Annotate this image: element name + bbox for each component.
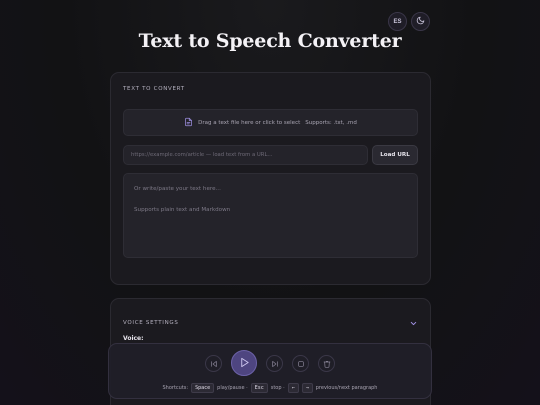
trash-icon — [323, 356, 331, 371]
skip-back-icon — [210, 356, 218, 371]
dropzone-supports: Supports: .txt, .md — [305, 119, 357, 126]
player-bar: Shortcuts: Space play/pause · Esc stop ·… — [108, 343, 432, 399]
language-toggle-button[interactable]: ES — [388, 12, 407, 31]
player-controls — [109, 350, 431, 376]
next-button[interactable] — [266, 354, 283, 372]
moon-icon — [416, 16, 425, 27]
file-dropzone[interactable]: Drag a text file here or click to select… — [123, 109, 418, 136]
previous-button[interactable] — [205, 354, 222, 372]
page-title: Text to Speech Converter — [138, 30, 402, 52]
file-text-icon — [184, 117, 193, 129]
dropzone-text: Drag a text file here or click to select — [198, 119, 301, 126]
stop-button[interactable] — [292, 354, 309, 372]
url-input[interactable] — [123, 145, 368, 165]
load-url-button[interactable]: Load URL — [372, 145, 418, 165]
text-input-area[interactable]: Or write/paste your text here... Support… — [123, 173, 418, 258]
shortcut-arrows-action: previous/next paragraph — [315, 385, 378, 391]
url-row: Load URL — [123, 145, 418, 165]
skip-forward-icon — [271, 356, 279, 371]
shortcut-esc-action: stop · — [270, 385, 285, 391]
voice-label: Voice: — [123, 335, 144, 342]
kbd-space: Space — [191, 383, 215, 393]
top-actions: ES — [388, 12, 430, 31]
stop-icon — [297, 356, 305, 371]
section-label-voice: VOICE SETTINGS — [123, 319, 179, 326]
chevron-down-icon[interactable] — [409, 313, 418, 332]
play-button[interactable] — [231, 350, 257, 376]
voice-settings-header[interactable]: VOICE SETTINGS — [123, 313, 418, 332]
shortcut-space-action: play/pause · — [217, 385, 248, 391]
kbd-left: ← — [287, 383, 299, 393]
play-icon — [239, 356, 250, 371]
kbd-esc: Esc — [250, 383, 268, 393]
text-input-card: TEXT TO CONVERT Drag a text file here or… — [110, 72, 431, 285]
shortcuts-prefix: Shortcuts: — [162, 385, 189, 391]
theme-toggle-button[interactable] — [411, 12, 430, 31]
kbd-right: → — [301, 383, 313, 393]
shortcuts-hint: Shortcuts: Space play/pause · Esc stop ·… — [109, 383, 431, 393]
clear-button[interactable] — [318, 354, 335, 372]
section-label-text: TEXT TO CONVERT — [123, 86, 185, 92]
